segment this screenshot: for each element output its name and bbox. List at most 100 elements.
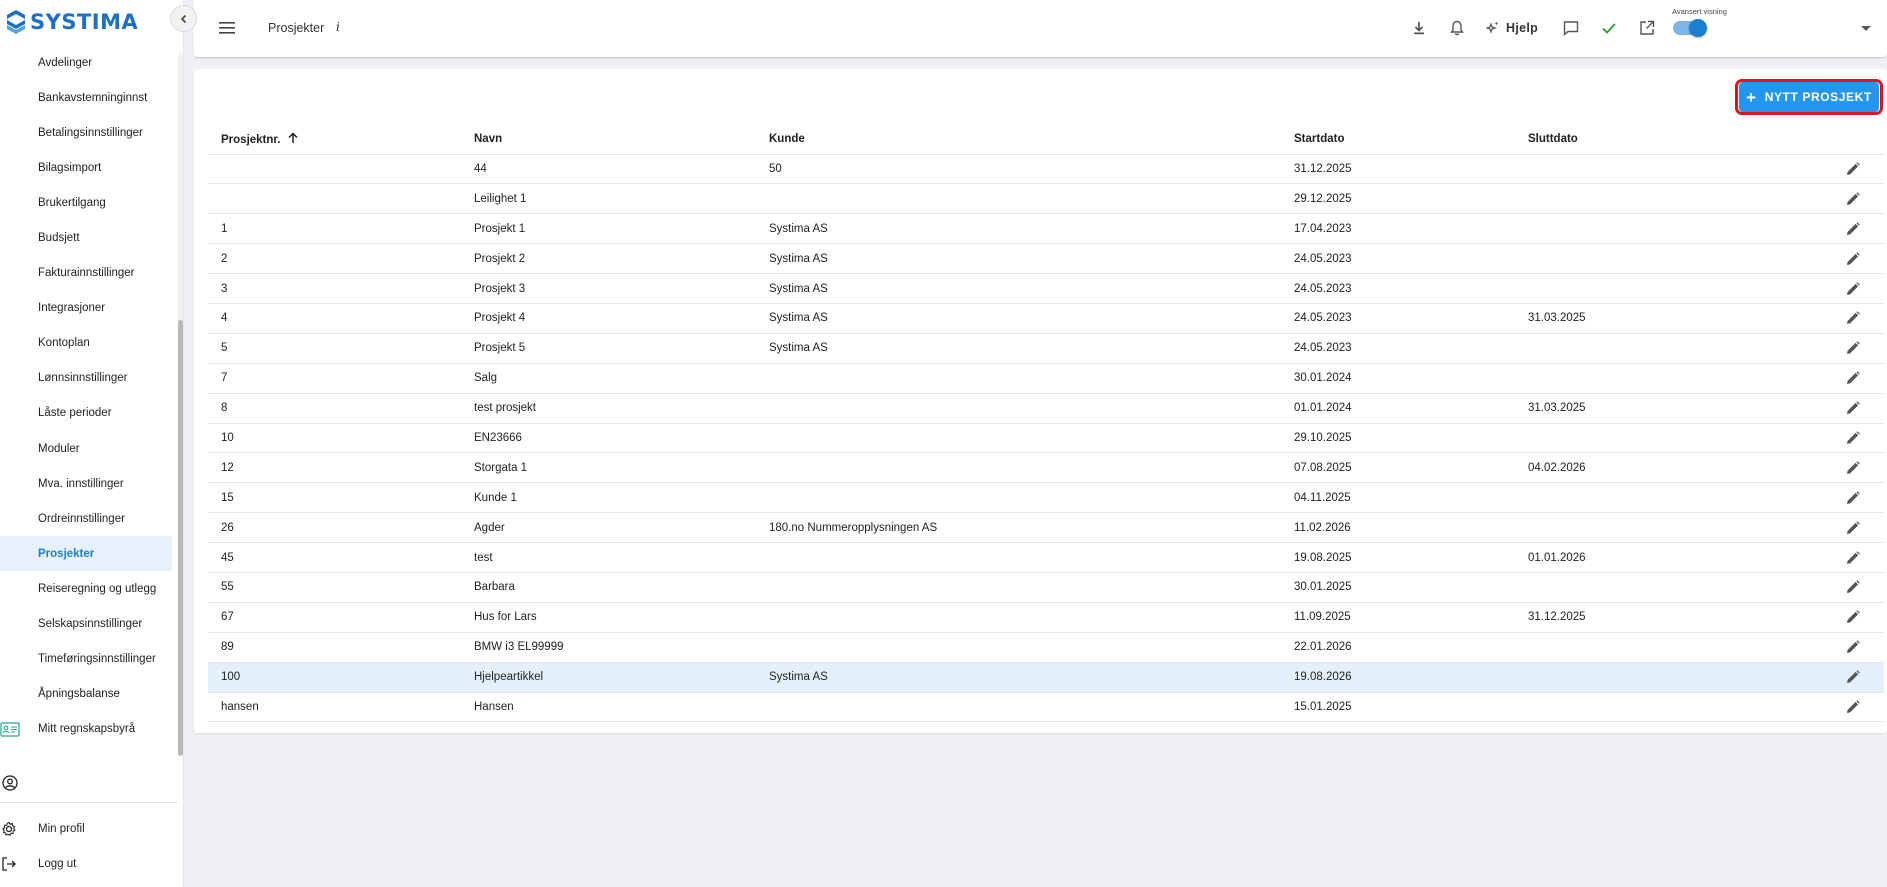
chat-icon[interactable] (1562, 19, 1580, 37)
sidebar-item-avdelinger[interactable]: Avdelinger (0, 45, 172, 80)
table-row[interactable]: 7 Salg 30.01.2024 (208, 363, 1884, 394)
table-row[interactable]: 100 Hjelpeartikkel Systima AS 19.08.2026 (208, 662, 1884, 693)
cell-actions (1845, 542, 1884, 573)
cell-nr: 45 (208, 542, 461, 573)
cell-start: 17.04.2023 (1281, 213, 1515, 245)
table-row[interactable]: 15 Kunde 1 04.11.2025 (208, 482, 1884, 514)
sidebar-scroll-thumb[interactable] (178, 320, 183, 756)
edit-pencil-icon[interactable] (1845, 251, 1861, 267)
column-header-navn[interactable]: Navn (461, 124, 756, 155)
advanced-view-toggle[interactable] (1673, 19, 1707, 37)
logo[interactable]: SYSTIMA (6, 9, 138, 35)
table-row[interactable]: Leilighet 1 29.12.2025 (208, 183, 1884, 215)
sidebar-item-mitt-regnskapsbyrå[interactable]: Mitt regnskapsbyrå (0, 712, 172, 747)
sidebar-item-prosjekter[interactable]: Prosjekter (0, 536, 172, 572)
sidebar-item-moduler[interactable]: Moduler (0, 431, 172, 466)
profile-link[interactable]: Min profil (0, 814, 178, 844)
table-row[interactable]: 1 Prosjekt 1 Systima AS 17.04.2023 (208, 213, 1884, 245)
edit-pencil-icon[interactable] (1845, 639, 1861, 655)
table-row[interactable]: 5 Prosjekt 5 Systima AS 24.05.2023 (208, 333, 1884, 364)
cell-nr: 2 (208, 243, 461, 275)
projects-card: + NYTT PROSJEKT Prosjektnr. Navn Kunde S… (194, 69, 1887, 733)
edit-pencil-icon[interactable] (1845, 520, 1861, 536)
edit-pencil-icon[interactable] (1845, 161, 1861, 177)
edit-pencil-icon[interactable] (1845, 340, 1861, 356)
edit-pencil-icon[interactable] (1845, 579, 1861, 595)
sidebar-item-lønnsinnstillinger[interactable]: Lønnsinnstillinger (0, 361, 172, 396)
cell-navn: Prosjekt 1 (461, 213, 756, 245)
table-row[interactable]: 89 BMW i3 EL99999 22.01.2026 (208, 632, 1884, 663)
cell-nr: 55 (208, 572, 461, 603)
download-icon[interactable] (1410, 19, 1428, 37)
edit-pencil-icon[interactable] (1845, 191, 1861, 207)
sidebar-item-brukertilgang[interactable]: Brukertilgang (0, 185, 172, 220)
sidebar-item-label: Moduler (38, 442, 80, 455)
sidebar-item-bankavstemninginnst[interactable]: Bankavstemninginnst (0, 80, 172, 115)
edit-pencil-icon[interactable] (1845, 281, 1861, 297)
edit-pencil-icon[interactable] (1845, 460, 1861, 476)
sort-ascending-icon[interactable] (287, 132, 299, 144)
edit-pencil-icon[interactable] (1845, 699, 1861, 715)
edit-pencil-icon[interactable] (1845, 221, 1861, 237)
cell-actions (1845, 423, 1884, 454)
sidebar-scrollbar[interactable] (178, 52, 183, 756)
cell-actions (1845, 303, 1884, 334)
edit-pencil-icon[interactable] (1845, 669, 1861, 685)
column-header-sluttdato[interactable]: Sluttdato (1515, 124, 1845, 155)
sidebar-item-integrasjoner[interactable]: Integrasjoner (0, 291, 172, 326)
table-row[interactable]: 10 EN23666 29.10.2025 (208, 423, 1884, 454)
edit-pencil-icon[interactable] (1845, 609, 1861, 625)
table-row[interactable]: 2 Prosjekt 2 Systima AS 24.05.2023 (208, 243, 1884, 275)
sidebar-item-mva-innstillinger[interactable]: Mva. innstillinger (0, 466, 172, 501)
cell-start: 24.05.2023 (1281, 333, 1515, 364)
sparkle-icon[interactable] (1486, 19, 1500, 37)
sidebar-item-timeføringsinnstillinger[interactable]: Timeføringsinnstillinger (0, 642, 172, 677)
help-button[interactable]: Hjelp (1506, 21, 1538, 35)
edit-pencil-icon[interactable] (1845, 400, 1861, 416)
sidebar-item-låste-perioder[interactable]: Låste perioder (0, 396, 172, 431)
column-header-kunde[interactable]: Kunde (756, 124, 1281, 155)
table-row[interactable]: 26 Agder 180.no Nummeropplysningen AS 11.02… (208, 512, 1884, 544)
edit-pencil-icon[interactable] (1845, 310, 1861, 326)
table-row[interactable]: 45 test 19.08.2025 01.01.2026 (208, 542, 1884, 573)
new-project-label: NYTT PROSJEKT (1764, 90, 1872, 104)
sidebar-item-åpningsbalanse[interactable]: Åpningsbalanse (0, 677, 172, 712)
table-row[interactable]: 44 50 31.12.2025 (208, 154, 1884, 185)
table-row[interactable]: 55 Barbara 30.01.2025 (208, 572, 1884, 603)
sidebar-item-ordreinnstillinger[interactable]: Ordreinnstillinger (0, 501, 172, 536)
logout-link[interactable]: Logg ut (0, 849, 178, 879)
user-circle-icon[interactable] (2, 775, 18, 791)
sidebar-item-budsjett[interactable]: Budsjett (0, 220, 172, 255)
edit-pencil-icon[interactable] (1845, 490, 1861, 506)
sidebar-item-label: Mitt regnskapsbyrå (38, 723, 136, 736)
table-row[interactable]: 67 Hus for Lars 11.09.2025 31.12.2025 (208, 602, 1884, 633)
bell-icon[interactable] (1448, 19, 1466, 37)
cell-navn: BMW i3 EL99999 (461, 632, 756, 663)
check-icon[interactable] (1600, 19, 1618, 37)
column-header-startdato[interactable]: Startdato (1281, 124, 1515, 155)
collapse-sidebar-button[interactable] (170, 5, 197, 32)
cell-kunde (756, 183, 1281, 215)
column-header-nr[interactable]: Prosjektnr. (208, 124, 461, 155)
sidebar-item-label: Avdelinger (38, 56, 93, 69)
info-icon[interactable]: i (336, 20, 340, 34)
sidebar-item-reiseregning-og-utlegg[interactable]: Reiseregning og utlegg (0, 571, 172, 606)
cell-start: 15.01.2025 (1281, 692, 1515, 723)
table-row[interactable]: hansen Hansen 15.01.2025 (208, 692, 1884, 723)
sidebar-item-fakturainnstillinger[interactable]: Fakturainnstillinger (0, 256, 172, 291)
table-row[interactable]: 12 Storgata 1 07.08.2025 04.02.2026 (208, 452, 1884, 484)
new-project-button[interactable]: + NYTT PROSJEKT (1739, 82, 1879, 112)
external-link-icon[interactable] (1638, 19, 1656, 37)
menu-icon[interactable] (219, 21, 235, 35)
edit-pencil-icon[interactable] (1845, 370, 1861, 386)
chevron-down-icon[interactable] (1861, 26, 1871, 31)
table-row[interactable]: 8 test prosjekt 01.01.2024 31.03.2025 (208, 393, 1884, 424)
sidebar-item-selskapsinnstillinger[interactable]: Selskapsinnstillinger (0, 607, 172, 642)
table-row[interactable]: 4 Prosjekt 4 Systima AS 24.05.2023 31.03.202… (208, 303, 1884, 334)
sidebar-item-kontoplan[interactable]: Kontoplan (0, 326, 172, 361)
sidebar-item-bilagsimport[interactable]: Bilagsimport (0, 150, 172, 185)
sidebar-item-betalingsinnstillinger[interactable]: Betalingsinnstillinger (0, 115, 172, 150)
edit-pencil-icon[interactable] (1845, 550, 1861, 566)
edit-pencil-icon[interactable] (1845, 430, 1861, 446)
table-row[interactable]: 3 Prosjekt 3 Systima AS 24.05.2023 (208, 273, 1884, 304)
